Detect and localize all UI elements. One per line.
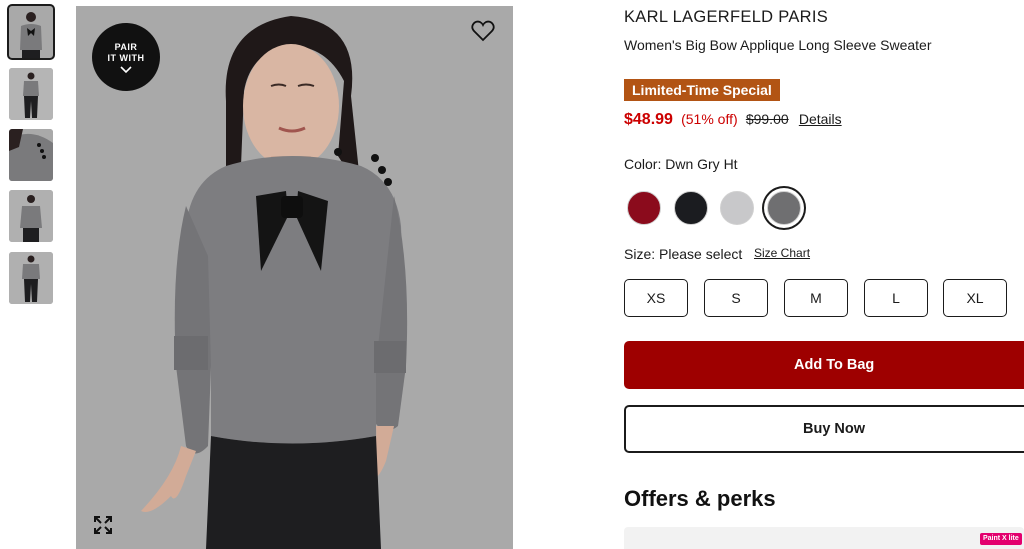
thumbnail-image bbox=[9, 190, 53, 242]
product-photo bbox=[76, 6, 513, 549]
promo-badge: Limited-Time Special bbox=[624, 79, 780, 101]
pair-it-with-button[interactable]: PAIR IT WITH bbox=[92, 23, 160, 91]
color-label: Color: Dwn Gry Ht bbox=[624, 156, 738, 172]
add-to-bag-button[interactable]: Add To Bag bbox=[624, 341, 1024, 389]
thumbnail-image bbox=[9, 68, 53, 120]
color-swatch-red[interactable] bbox=[627, 191, 661, 225]
thumbnail-1[interactable] bbox=[7, 4, 55, 60]
discount-percent: (51% off) bbox=[681, 111, 738, 127]
thumbnail-5[interactable] bbox=[9, 252, 53, 304]
main-product-image[interactable]: PAIR IT WITH bbox=[76, 6, 513, 549]
size-option-xs[interactable]: XS bbox=[624, 279, 688, 317]
expand-icon[interactable] bbox=[93, 515, 113, 535]
thumbnail-image bbox=[9, 252, 53, 304]
thumbnail-image bbox=[9, 6, 53, 58]
size-option-s[interactable]: S bbox=[704, 279, 768, 317]
pair-with-line1: PAIR bbox=[114, 42, 138, 52]
buy-now-button[interactable]: Buy Now bbox=[624, 405, 1024, 453]
color-swatch-dark-gray[interactable] bbox=[767, 191, 801, 225]
price-row: $48.99 (51% off) $99.00 Details bbox=[624, 111, 842, 129]
size-option-xl[interactable]: XL bbox=[943, 279, 1007, 317]
color-swatch-black[interactable] bbox=[674, 191, 708, 225]
offers-heading: Offers & perks bbox=[624, 486, 776, 511]
product-title: Women's Big Bow Applique Long Sleeve Swe… bbox=[624, 37, 932, 53]
thumbnail-2[interactable] bbox=[9, 68, 53, 120]
original-price: $99.00 bbox=[745, 111, 789, 127]
extension-badge[interactable]: Paint X lite bbox=[980, 533, 1022, 545]
offers-panel bbox=[624, 527, 1024, 549]
size-label: Size: Please select bbox=[624, 246, 743, 262]
price-details-link[interactable]: Details bbox=[799, 111, 842, 127]
thumbnail-3[interactable] bbox=[9, 129, 53, 181]
thumbnail-4[interactable] bbox=[9, 190, 53, 242]
color-swatch-light-gray[interactable] bbox=[720, 191, 754, 225]
sale-price: $48.99 bbox=[624, 111, 673, 128]
size-chart-link[interactable]: Size Chart bbox=[754, 246, 810, 260]
thumbnail-image bbox=[9, 129, 53, 181]
chevron-down-icon bbox=[120, 66, 132, 74]
size-option-m[interactable]: M bbox=[784, 279, 848, 317]
size-option-l[interactable]: L bbox=[864, 279, 928, 317]
brand-name[interactable]: KARL LAGERFELD PARIS bbox=[624, 8, 828, 27]
pair-with-line2: IT WITH bbox=[107, 53, 145, 63]
heart-icon[interactable] bbox=[471, 20, 495, 42]
